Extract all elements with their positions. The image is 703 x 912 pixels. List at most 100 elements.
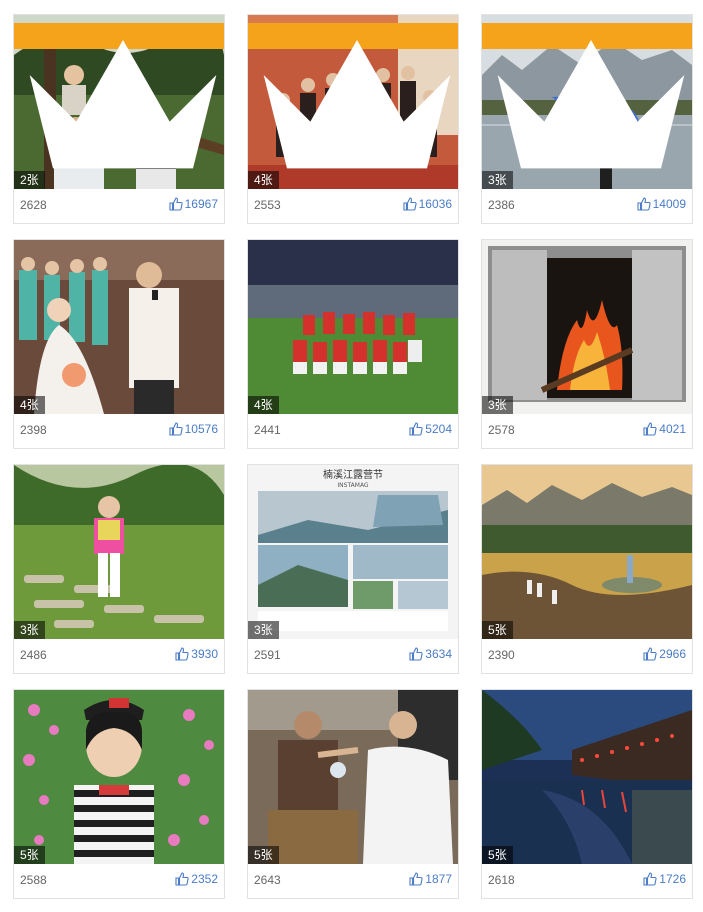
girl-garden-photo [14,465,224,639]
wedding-photo [14,240,224,414]
photo-count: 5张 [482,846,513,864]
photo-count: 5张 [14,846,45,864]
entry-id: 2486 [20,648,47,662]
photo-thumbnail[interactable]: 4张 [248,240,458,414]
photo-card[interactable]: 2 4张 2553 16036 [247,14,459,224]
thumbs-up-icon [403,197,417,211]
thumbs-up-icon [643,647,657,661]
card-footer: 2386 14009 [482,189,692,223]
card-footer: 2441 5204 [248,414,458,448]
photo-thumbnail[interactable]: 5张 [248,690,458,864]
entry-id: 2643 [254,873,281,887]
photo-thumbnail[interactable]: 5张 [482,465,692,639]
child-flowers-photo [14,690,224,864]
thumbs-up-icon [169,422,183,436]
like-button[interactable]: 10576 [169,422,218,436]
thumbs-up-icon [409,872,423,886]
like-button[interactable]: 2352 [175,872,218,886]
poster-subtitle: INSTAMAG [337,482,369,489]
photo-count: 3张 [482,171,513,189]
like-button[interactable]: 4021 [643,422,686,436]
thumbs-up-icon [169,197,183,211]
photo-thumbnail[interactable]: 5张 [14,690,224,864]
like-button[interactable]: 16036 [403,197,452,211]
photo-thumbnail[interactable]: 2 4张 [248,15,458,189]
poster-title: 楠溪江露营节 [323,468,383,481]
card-footer: 2390 2966 [482,639,692,673]
like-button[interactable]: 3634 [409,647,452,661]
like-button[interactable]: 3930 [175,647,218,661]
photo-count: 3张 [248,621,279,639]
photo-card[interactable]: 楠溪江露营节 INSTAMAG 3张 2591 3634 [247,464,459,674]
photo-thumbnail[interactable]: 1 2张 [14,15,224,189]
thumbs-up-icon [175,647,189,661]
like-button[interactable]: 2966 [643,647,686,661]
rank-badge: 1 [14,23,224,169]
photo-card[interactable]: 4张 2441 5204 [247,239,459,449]
like-count: 16967 [184,197,218,211]
crown-icon [18,23,224,189]
like-count: 1726 [659,872,686,886]
card-footer: 2588 2352 [14,864,224,898]
photo-thumbnail[interactable]: 5张 [482,690,692,864]
photo-card[interactable]: 1 2张 2628 16967 [13,14,225,224]
card-footer: 2628 16967 [14,189,224,223]
photo-card[interactable]: 4张 2398 10576 [13,239,225,449]
sunset-pond-photo [482,465,692,639]
entry-id: 2618 [488,873,515,887]
rank-badge: 3 [482,23,692,169]
crown-icon [252,23,458,189]
photo-card[interactable]: 3张 2578 4021 [481,239,693,449]
card-footer: 2398 10576 [14,414,224,448]
photo-card[interactable]: 3 3张 2386 14009 [481,14,693,224]
photo-count: 5张 [248,846,279,864]
feeding-elder-photo [248,690,458,864]
photo-count: 4张 [248,396,279,414]
entry-id: 2386 [488,198,515,212]
entry-id: 2628 [20,198,47,212]
like-button[interactable]: 1877 [409,872,452,886]
card-footer: 2643 1877 [248,864,458,898]
photo-thumbnail[interactable]: 3张 [482,240,692,414]
thumbs-up-icon [637,197,651,211]
like-count: 4021 [659,422,686,436]
photo-thumbnail[interactable]: 4张 [14,240,224,414]
photo-thumbnail[interactable]: 3张 [14,465,224,639]
like-button[interactable]: 5204 [409,422,452,436]
photo-count: 4张 [14,396,45,414]
photo-card[interactable]: 5张 2618 1726 [481,689,693,899]
photo-thumbnail[interactable]: 楠溪江露营节 INSTAMAG 3张 [248,465,458,639]
photo-card[interactable]: 5张 2390 2966 [481,464,693,674]
entry-id: 2578 [488,423,515,437]
card-footer: 2486 3930 [14,639,224,673]
entry-id: 2398 [20,423,47,437]
crown-icon [486,23,692,189]
thumbs-up-icon [409,647,423,661]
like-count: 3634 [425,647,452,661]
like-button[interactable]: 1726 [643,872,686,886]
like-button[interactable]: 14009 [637,197,686,211]
thumbs-up-icon [643,422,657,436]
like-count: 10576 [184,422,218,436]
poster-collage-photo: 楠溪江露营节 INSTAMAG [248,465,458,639]
photo-count: 3张 [482,396,513,414]
like-count: 2966 [659,647,686,661]
like-button[interactable]: 16967 [169,197,218,211]
like-count: 16036 [418,197,452,211]
entry-id: 2591 [254,648,281,662]
photo-card[interactable]: 5张 2643 1877 [247,689,459,899]
card-footer: 2553 16036 [248,189,458,223]
entry-id: 2441 [254,423,281,437]
like-count: 2352 [191,872,218,886]
like-count: 5204 [425,422,452,436]
photo-count: 3张 [14,621,45,639]
photo-card[interactable]: 5张 2588 2352 [13,689,225,899]
photo-thumbnail[interactable]: 3 3张 [482,15,692,189]
thumbs-up-icon [643,872,657,886]
entry-id: 2588 [20,873,47,887]
photo-count: 5张 [482,621,513,639]
entry-id: 2390 [488,648,515,662]
photo-card[interactable]: 3张 2486 3930 [13,464,225,674]
thumbs-up-icon [175,872,189,886]
like-count: 3930 [191,647,218,661]
